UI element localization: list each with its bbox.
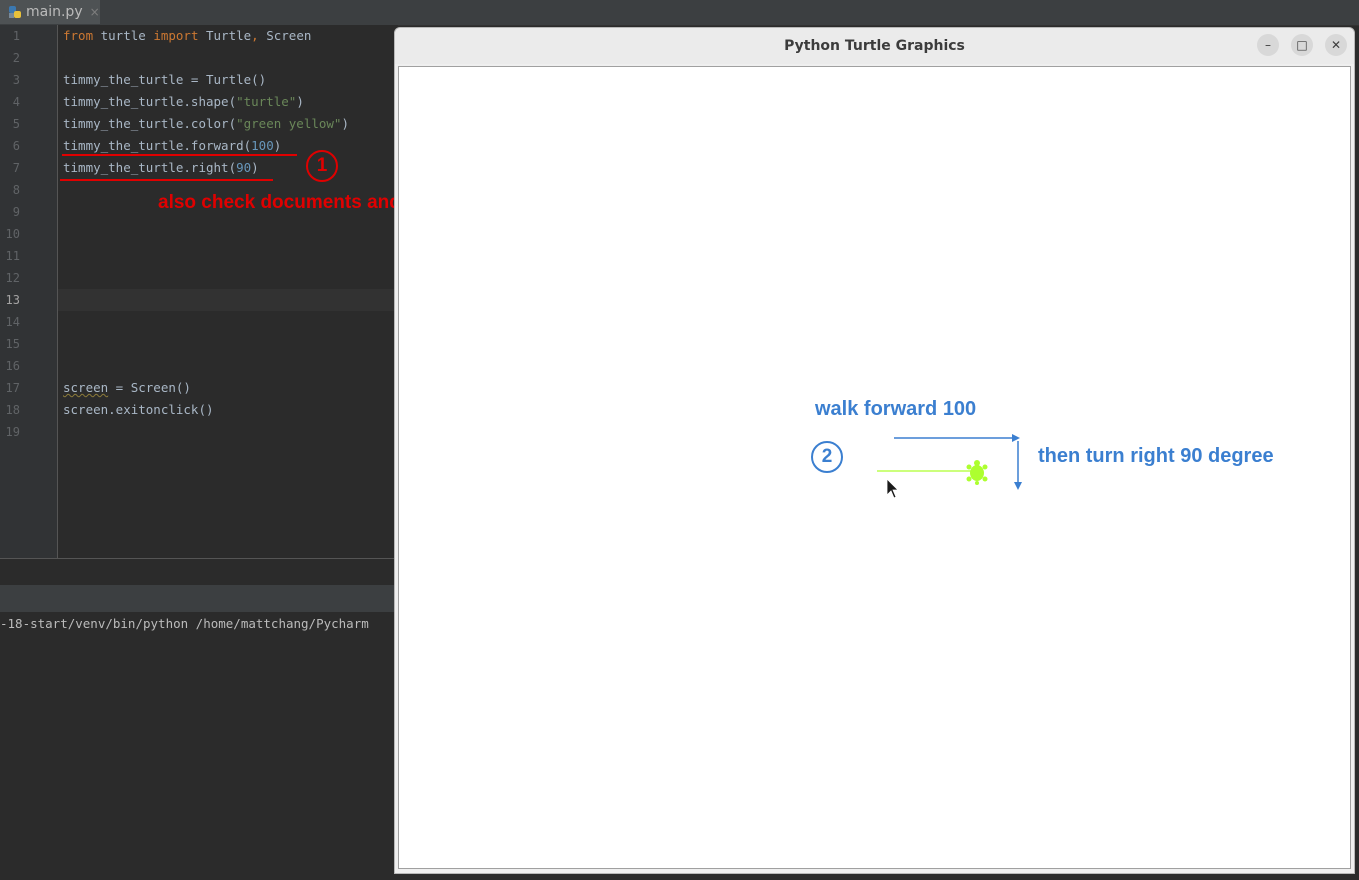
code-text: ) <box>273 138 282 153</box>
walk-forward-label: walk forward 100 <box>815 398 977 420</box>
line-number: 10 <box>5 227 20 241</box>
line-number: 9 <box>12 205 20 219</box>
step-2-marker: 2 <box>811 441 843 473</box>
line-number: 11 <box>5 249 20 263</box>
code-text: timmy_the_turtle.right( <box>63 160 237 175</box>
code-line-18[interactable]: screen.exitonclick() <box>63 399 214 421</box>
editor-tab-bar: main.py × <box>0 0 1359 26</box>
code-text: ) <box>296 94 304 109</box>
line-number: 7 <box>12 161 20 175</box>
close-tab-icon[interactable]: × <box>90 5 100 19</box>
line-number: 6 <box>12 139 20 153</box>
code-text: timmy_the_turtle.forward( <box>63 138 252 153</box>
code-line-7[interactable]: timmy_the_turtle.right(90) <box>63 157 259 179</box>
forward-arrow-head <box>1012 434 1020 442</box>
code-line-4[interactable]: timmy_the_turtle.shape("turtle") <box>63 91 304 113</box>
code-text: timmy_the_turtle.shape( <box>63 94 237 109</box>
close-icon[interactable]: ✕ <box>1325 34 1347 56</box>
line-number: 18 <box>5 403 20 417</box>
code-line-17[interactable]: screen = Screen() <box>63 377 191 399</box>
run-panel-header <box>0 585 400 612</box>
warning-squiggle-variable: screen <box>63 380 109 395</box>
line-number: 1 <box>12 29 20 43</box>
line-number: 17 <box>5 381 20 395</box>
line-number: 14 <box>5 315 20 329</box>
maximize-icon[interactable]: □ <box>1291 34 1313 56</box>
line-number: 8 <box>12 183 20 197</box>
turn-arrow-head <box>1014 482 1022 490</box>
current-line-highlight <box>58 289 398 311</box>
code-text: = Screen() <box>108 380 191 395</box>
red-underline-right <box>60 179 273 181</box>
window-title: Python Turtle Graphics <box>784 38 965 54</box>
code-text: ) <box>251 160 259 175</box>
editor-divider <box>0 558 400 559</box>
module-name: turtle <box>93 28 154 43</box>
code-text: timmy_the_turtle.color( <box>63 116 237 131</box>
line-number-gutter: 1 2 3 4 5 6 7 8 9 10 11 12 13 14 15 16 1… <box>0 25 58 558</box>
line-number: 12 <box>5 271 20 285</box>
python-file-icon <box>9 6 21 18</box>
string-literal: "turtle" <box>236 94 297 109</box>
keyword-from: from <box>63 28 94 43</box>
comma: , <box>251 28 259 43</box>
import-name: Turtle <box>198 28 252 43</box>
code-text: ) <box>341 116 349 131</box>
window-title-bar[interactable]: Python Turtle Graphics – □ ✕ <box>395 28 1354 64</box>
step-1-marker: 1 <box>306 150 338 182</box>
turtle-shape <box>966 460 988 485</box>
code-line-3[interactable]: timmy_the_turtle = Turtle() <box>63 69 266 91</box>
string-literal: "green yellow" <box>236 116 342 131</box>
line-number: 3 <box>12 73 20 87</box>
line-number: 19 <box>5 425 20 439</box>
red-underline-forward <box>62 154 297 156</box>
line-number: 16 <box>5 359 20 373</box>
line-number-active: 13 <box>5 293 20 307</box>
minimize-icon[interactable]: – <box>1257 34 1279 56</box>
file-tab-label: main.py <box>26 4 83 20</box>
file-tab-main-py[interactable]: main.py × <box>0 0 100 24</box>
line-number: 15 <box>5 337 20 351</box>
code-line-5[interactable]: timmy_the_turtle.color("green yellow") <box>63 113 349 135</box>
mouse-cursor-icon <box>886 478 899 499</box>
import-name: Screen <box>258 28 312 43</box>
number-literal: 90 <box>236 160 252 175</box>
turn-right-label: then turn right 90 degree <box>1038 445 1274 467</box>
run-console-output: -18-start/venv/bin/python /home/mattchan… <box>0 616 369 631</box>
line-number: 4 <box>12 95 20 109</box>
keyword-import: import <box>153 28 199 43</box>
number-literal: 100 <box>251 138 274 153</box>
line-number: 2 <box>12 51 20 65</box>
code-line-1[interactable]: from turtle import Turtle, Screen <box>63 25 311 47</box>
line-number: 5 <box>12 117 20 131</box>
